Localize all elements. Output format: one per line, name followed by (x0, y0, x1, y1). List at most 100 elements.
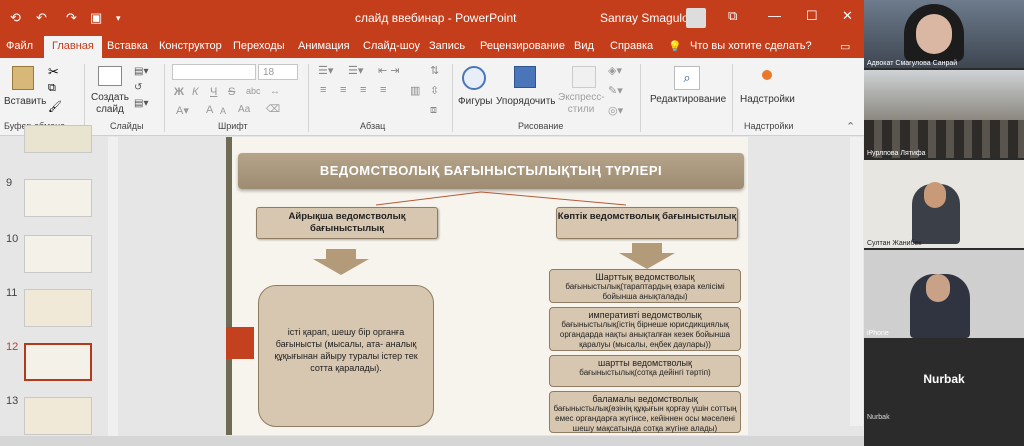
right-item-body: бағыныстылық(өзінің құқығын қорғау үшін … (553, 404, 737, 433)
align-text-icon[interactable]: ⇳ (430, 84, 439, 97)
numbering-icon[interactable]: ☰▾ (348, 64, 363, 77)
shapes-button[interactable]: Фигуры (458, 96, 492, 107)
change-case-button[interactable]: Aa (238, 104, 250, 115)
avatar[interactable] (686, 8, 706, 28)
shape-outline-icon[interactable]: ✎▾ (608, 84, 623, 97)
document-title: слайд ввебинар - PowerPoint (355, 11, 516, 25)
new-slide-button[interactable]: Создать слайд (90, 92, 130, 116)
shrink-font-button[interactable]: A (220, 106, 226, 116)
slide-thumbnail[interactable] (24, 179, 92, 217)
char-spacing-icon[interactable]: ↔ (270, 86, 280, 97)
participant-tile[interactable]: iPhone (864, 250, 1024, 338)
slide-thumbnail-active[interactable] (24, 343, 92, 381)
slide-thumbnail[interactable] (24, 235, 92, 273)
indent-icon[interactable]: ⇤ ⇥ (378, 64, 400, 77)
tab-review[interactable]: Рецензирование (480, 40, 565, 52)
section-icon[interactable]: ▤▾ (134, 98, 148, 109)
align-center-icon[interactable]: ≡ (340, 84, 346, 96)
underline-button[interactable]: Ч (210, 86, 217, 98)
paste-button[interactable]: Вставить (4, 96, 46, 107)
participant-tile[interactable]: Султан Жанибек (864, 160, 1024, 248)
slide-canvas[interactable]: ВЕДОМСТВОЛЫҚ БАҒЫНЫСТЫЛЫҚТЫҢ ТҮРЛЕРІ Айр… (226, 137, 748, 435)
title-separator: - (444, 11, 456, 25)
shape-fill-icon[interactable]: ◈▾ (608, 64, 622, 77)
slide-thumbnail-8[interactable] (24, 125, 92, 153)
format-painter-icon[interactable]: 🖌 (48, 100, 62, 113)
slide-thumbnail-pane: 9 10 11 12 13 (0, 125, 120, 436)
right-item-box[interactable]: баламалы ведомстволық бағыныстылық(өзіні… (549, 391, 741, 433)
thumbnail-scrollbar[interactable] (108, 137, 118, 436)
tab-file[interactable]: Файл (6, 40, 33, 52)
reset-icon[interactable]: ↺ (134, 82, 142, 93)
arrange-button[interactable]: Упорядочить (496, 96, 556, 107)
slide-thumbnail[interactable] (24, 289, 92, 327)
tab-animations[interactable]: Анимация (298, 40, 350, 52)
right-item-box[interactable]: Шарттық ведомстволық бағыныстылық(тарапт… (549, 269, 741, 303)
undo-icon[interactable]: ↶ (36, 10, 47, 26)
shapes-icon[interactable] (462, 66, 486, 90)
align-right-icon[interactable]: ≡ (360, 84, 366, 96)
ribbon: Вставить ✂ ⧉ 🖌 Буфер обмена Создать слай… (0, 58, 864, 136)
redo-icon[interactable]: ↷ (66, 10, 77, 26)
justify-icon[interactable]: ≡ (380, 84, 386, 96)
quick-styles-button[interactable]: Экспресс-стили (558, 92, 605, 116)
shape-effects-icon[interactable]: ◎▾ (608, 104, 623, 117)
tab-home[interactable]: Главная (44, 36, 102, 58)
right-item-box[interactable]: императивті ведомстволық бағыныстылық(іс… (549, 307, 741, 351)
tab-transitions[interactable]: Переходы (233, 40, 285, 52)
strikethrough-button[interactable]: S (228, 86, 235, 98)
paste-icon[interactable] (12, 66, 34, 90)
close-icon[interactable]: ✕ (842, 8, 853, 24)
addins-button[interactable]: Надстройки (740, 94, 795, 105)
shadow-button[interactable]: abc (246, 86, 261, 96)
cut-icon[interactable]: ✂ (48, 64, 59, 80)
comments-icon[interactable]: ▭ (840, 40, 850, 53)
font-group-label: Шрифт (218, 121, 248, 131)
ribbon-display-icon[interactable]: ⧉ (728, 8, 737, 24)
present-icon[interactable]: ▣ (90, 10, 102, 26)
tab-slideshow[interactable]: Слайд-шоу (363, 40, 420, 52)
addins-icon[interactable] (762, 70, 772, 80)
font-size-input[interactable]: 18 (258, 64, 298, 80)
participant-tile[interactable]: Нурлпова Лятифа (864, 70, 1024, 158)
align-left-icon[interactable]: ≡ (320, 84, 326, 96)
text-direction-icon[interactable]: ⇅ (430, 64, 439, 77)
powerpoint-window: ⟲ ↶ ↷ ▣ ▾ слайд ввебинар - PowerPoint Sa… (0, 0, 864, 446)
smartart-icon[interactable]: ⧈ (430, 104, 437, 117)
bullets-icon[interactable]: ☰▾ (318, 64, 333, 77)
search-icon[interactable]: ⌕ (674, 66, 700, 90)
maximize-icon[interactable]: ☐ (806, 8, 818, 24)
tab-view[interactable]: Вид (574, 40, 594, 52)
autosave-icon[interactable]: ⟲ (10, 10, 21, 26)
right-item-box[interactable]: шартты ведомстволық бағыныстылық(сотқа д… (549, 355, 741, 387)
clear-format-icon[interactable]: ⌫ (266, 104, 280, 115)
tab-design[interactable]: Конструктор (159, 40, 222, 52)
arrange-icon[interactable] (514, 66, 536, 88)
grow-font-button[interactable]: A (206, 104, 213, 116)
slide-thumbnail[interactable] (24, 397, 92, 435)
new-slide-icon[interactable] (98, 66, 122, 86)
columns-icon[interactable]: ▥ (410, 84, 420, 97)
customize-qat-icon[interactable]: ▾ (116, 13, 121, 24)
tab-record[interactable]: Запись (429, 40, 465, 52)
participant-tile[interactable]: Адвокат Смагулова Санрай (864, 0, 1024, 68)
font-name-input[interactable] (172, 64, 256, 80)
right-heading-box[interactable]: Көптік ведомстволық бағыныстылық (556, 207, 738, 239)
left-description-box[interactable]: істі қарап, шешу бір органға бағынысты (… (258, 285, 434, 427)
editing-button[interactable]: Редактирование (650, 94, 726, 105)
quick-styles-icon[interactable] (572, 66, 596, 88)
participant-name-large[interactable]: Nurbak (864, 372, 1024, 386)
tab-insert[interactable]: Вставка (107, 40, 148, 52)
copy-icon[interactable]: ⧉ (48, 82, 56, 95)
minimize-icon[interactable]: — (768, 8, 781, 23)
tell-me-input[interactable]: Что вы хотите сделать? (690, 40, 812, 52)
italic-button[interactable]: К (192, 86, 198, 98)
bold-button[interactable]: Ж (174, 86, 184, 98)
vertical-scrollbar[interactable] (850, 137, 863, 426)
layout-icon[interactable]: ▤▾ (134, 66, 148, 77)
collapse-ribbon-icon[interactable]: ⌃ (846, 120, 855, 133)
left-heading-box[interactable]: Айрықша ведомстволық бағыныстылық (256, 207, 438, 239)
font-color-button[interactable]: A▾ (176, 104, 189, 117)
tab-help[interactable]: Справка (610, 40, 653, 52)
doc-name: слайд ввебинар (355, 11, 445, 25)
